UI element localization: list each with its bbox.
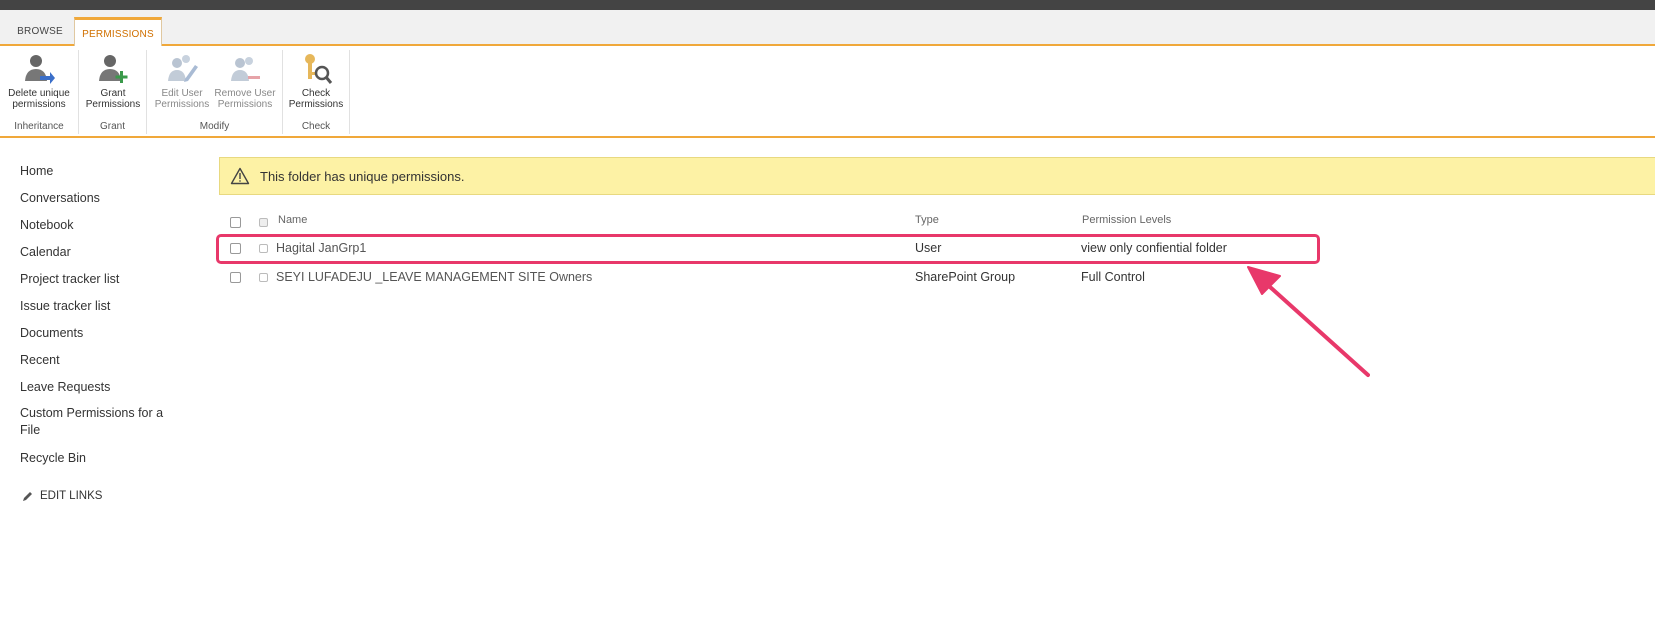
edit-user-permissions-button[interactable]: Edit User Permissions [147, 52, 217, 110]
grant-line2: Permissions [85, 99, 141, 110]
nav-item-notebook[interactable]: Notebook [20, 216, 180, 243]
top-suite-bar [0, 0, 1655, 10]
ribbon-group-grant: Grant Permissions Grant [79, 50, 147, 134]
edit-user-line2: Permissions [154, 99, 210, 110]
pencil-icon [23, 492, 32, 501]
nav-item-documents[interactable]: Documents [20, 324, 180, 351]
tab-browse[interactable]: BROWSE [8, 17, 72, 46]
ribbon-tabstrip: BROWSE PERMISSIONS [0, 10, 1655, 48]
check-line2: Permissions [288, 99, 344, 110]
grant-line1: Grant [100, 88, 126, 99]
delete-permissions-icon [25, 55, 55, 84]
nav-item-leave-requests[interactable]: Leave Requests [20, 378, 180, 405]
column-header-type[interactable]: Type [915, 214, 939, 226]
edit-user-line1: Edit User [161, 88, 203, 99]
check-line1: Check [301, 88, 331, 99]
column-header-permission-levels[interactable]: Permission Levels [1082, 214, 1171, 226]
banner-message: This folder has unique permissions. [260, 168, 465, 184]
nav-item-recycle-bin[interactable]: Recycle Bin [20, 449, 180, 476]
remove-user-permissions-button[interactable]: Remove User Permissions [210, 52, 280, 110]
group-label-check: Check [301, 121, 331, 132]
ribbon-group-check: Check Permissions Check [283, 50, 350, 134]
warning-icon [230, 167, 250, 185]
select-all-checkbox[interactable] [230, 217, 241, 228]
header-row-checkbox [259, 218, 268, 227]
ribbon-group-inheritance: Delete unique permissions Inheritance [0, 50, 79, 134]
remove-user-line2: Permissions [217, 99, 273, 110]
row-checkbox[interactable] [230, 272, 241, 283]
unique-permissions-banner: This folder has unique permissions. [219, 157, 1655, 195]
row-permission-level: Full Control [1081, 270, 1145, 284]
nav-item-calendar[interactable]: Calendar [20, 243, 180, 270]
delete-unique-line2: permissions [12, 99, 66, 110]
nav-item-conversations[interactable]: Conversations [20, 189, 180, 216]
group-label-grant: Grant [99, 121, 125, 132]
edit-links-label: EDIT LINKS [40, 490, 103, 502]
delete-unique-permissions-button[interactable]: Delete unique permissions [4, 52, 74, 110]
grant-permissions-icon [99, 55, 128, 83]
check-permissions-button[interactable]: Check Permissions [281, 52, 351, 110]
row-type: SharePoint Group [915, 270, 1016, 284]
group-label-modify: Modify [199, 121, 230, 132]
annotation-arrow-icon [1247, 266, 1370, 377]
edit-user-icon [168, 55, 198, 82]
check-permissions-key-icon [305, 54, 333, 84]
delete-unique-line1: Delete unique [8, 88, 70, 99]
row-select-checkbox[interactable] [259, 273, 268, 282]
quick-launch-nav: Home Conversations Notebook Calendar Pro… [20, 162, 180, 476]
remove-user-icon [231, 57, 260, 81]
edit-links-button[interactable]: EDIT LINKS [22, 490, 102, 502]
ribbon-group-modify: Edit User Permissions Remove User Permis… [147, 50, 283, 134]
nav-item-project-tracker[interactable]: Project tracker list [20, 270, 180, 297]
ribbon: Delete unique permissions Inheritance Gr… [0, 46, 1655, 138]
highlight-box-annotation [216, 234, 1320, 264]
row-name-link[interactable]: SEYI LUFADEJU _LEAVE MANAGEMENT SITE Own… [276, 270, 592, 284]
column-header-name[interactable]: Name [278, 214, 307, 226]
nav-item-custom-permissions[interactable]: Custom Permissions for a File [20, 405, 180, 449]
remove-user-line1: Remove User [214, 88, 276, 99]
nav-item-issue-tracker[interactable]: Issue tracker list [20, 297, 180, 324]
nav-item-recent[interactable]: Recent [20, 351, 180, 378]
tab-permissions[interactable]: PERMISSIONS [74, 17, 162, 48]
nav-item-home[interactable]: Home [20, 162, 180, 189]
grant-permissions-button[interactable]: Grant Permissions [78, 52, 148, 110]
group-label-inheritance: Inheritance [14, 121, 64, 132]
